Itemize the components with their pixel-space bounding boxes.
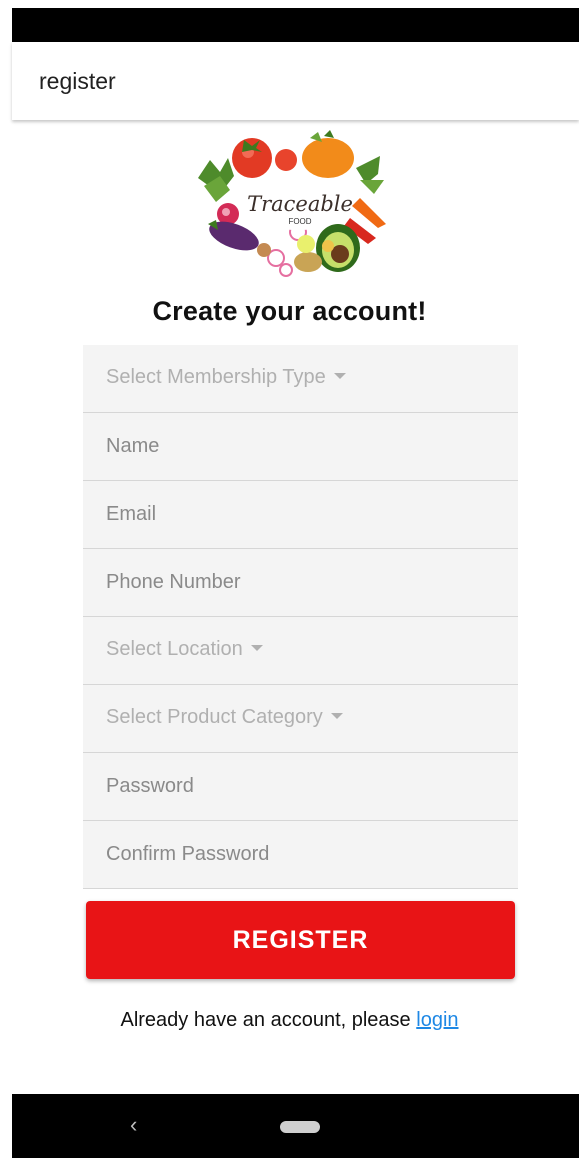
back-nav-icon[interactable]: ‹ bbox=[130, 1112, 137, 1138]
confirm-password-input[interactable] bbox=[83, 821, 518, 888]
password-input[interactable] bbox=[83, 753, 518, 820]
registration-form: Select Membership Type Select Location S… bbox=[83, 345, 518, 889]
logo-script-text: Traceable bbox=[247, 192, 353, 216]
dropdown-caret-icon bbox=[330, 712, 343, 719]
password-field[interactable] bbox=[83, 753, 518, 821]
name-field[interactable] bbox=[83, 413, 518, 481]
logo-sub-text: FOOD bbox=[288, 217, 311, 226]
email-field[interactable] bbox=[83, 481, 518, 549]
membership-type-label: Select Membership Type bbox=[106, 366, 346, 389]
confirm-password-field[interactable] bbox=[83, 821, 518, 889]
phone-input[interactable] bbox=[83, 549, 518, 616]
membership-type-select[interactable]: Select Membership Type bbox=[83, 345, 518, 413]
email-input[interactable] bbox=[83, 481, 518, 548]
traceable-food-logo: Traceable FOOD bbox=[198, 130, 386, 277]
login-link[interactable]: login bbox=[416, 1009, 458, 1031]
product-category-label: Select Product Category bbox=[106, 706, 343, 729]
location-select[interactable]: Select Location bbox=[83, 617, 518, 685]
product-category-select[interactable]: Select Product Category bbox=[83, 685, 518, 753]
phone-field[interactable] bbox=[83, 549, 518, 617]
status-bar bbox=[12, 8, 579, 42]
location-label: Select Location bbox=[106, 638, 263, 661]
login-prompt: Already have an account, please login bbox=[0, 1009, 579, 1032]
name-input[interactable] bbox=[83, 413, 518, 480]
navigation-bar: ‹ bbox=[12, 1094, 579, 1158]
app-bar: register bbox=[12, 42, 579, 120]
login-prompt-text: Already have an account, please bbox=[120, 1009, 417, 1031]
dropdown-caret-icon bbox=[250, 644, 263, 651]
register-button[interactable]: REGISTER bbox=[86, 901, 515, 979]
screen: register Traceable FOOD Create your acco… bbox=[0, 0, 579, 1158]
page-title: register bbox=[39, 68, 116, 94]
dropdown-caret-icon bbox=[333, 372, 346, 379]
home-pill-icon[interactable] bbox=[280, 1121, 320, 1133]
create-account-heading: Create your account! bbox=[152, 296, 427, 326]
